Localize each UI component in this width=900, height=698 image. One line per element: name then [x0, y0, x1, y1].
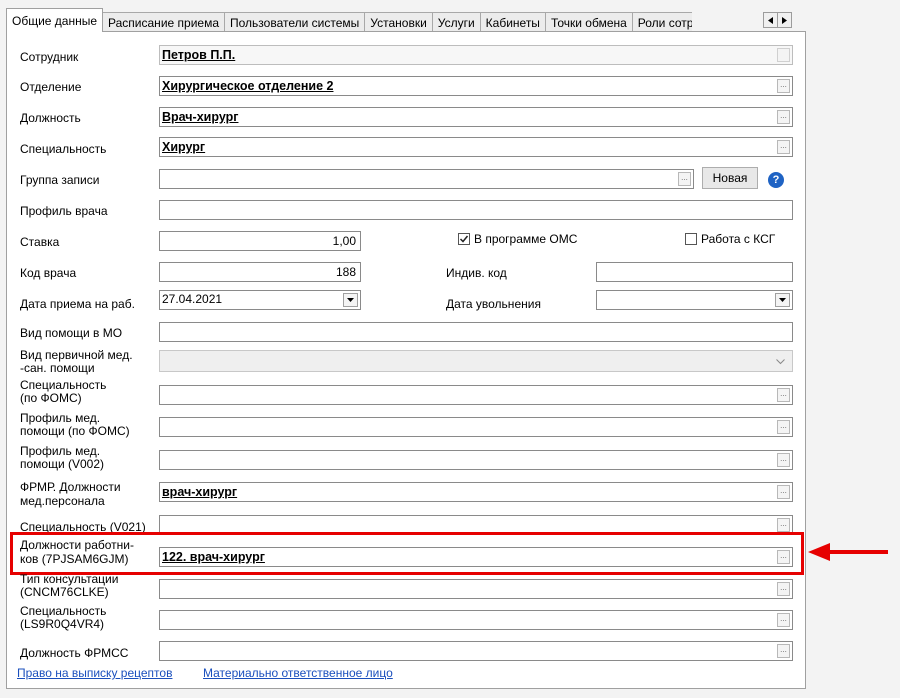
employee-label: Сотрудник — [20, 50, 79, 64]
employee-field: Петров П.П. — [159, 45, 793, 65]
tab-general[interactable]: Общие данные — [6, 8, 104, 32]
tab-schedule[interactable]: Расписание приема — [102, 12, 225, 32]
oms-checkbox[interactable] — [458, 233, 470, 245]
help-type-input[interactable] — [159, 322, 793, 342]
chevron-down-icon[interactable] — [775, 293, 790, 307]
specialty-ls-label: Специальность (LS9R0Q4VR4) — [20, 604, 107, 631]
tab-cabinets[interactable]: Кабинеты — [479, 12, 546, 32]
tab-services[interactable]: Услуги — [431, 12, 481, 32]
hire-date-value: 27.04.2021 — [162, 292, 223, 306]
profile-foms-field[interactable]: ... — [159, 417, 793, 437]
worker-positions-field[interactable]: 122. врач-хирург ... — [159, 547, 793, 567]
record-group-label: Группа записи — [20, 173, 100, 187]
hire-date-picker[interactable]: 27.04.2021 — [159, 290, 361, 310]
ellipsis-icon[interactable]: ... — [777, 485, 790, 499]
doctor-code-value: 188 — [335, 265, 356, 279]
rate-label: Ставка — [20, 235, 60, 249]
frmss-position-field[interactable]: ... — [159, 641, 793, 661]
responsible-person-link[interactable]: Материально ответственное лицо — [203, 666, 393, 680]
primary-care-select[interactable] — [159, 350, 793, 372]
chevron-down-icon[interactable] — [343, 293, 358, 307]
profile-foms-label: Профиль мед. помощи (по ФОМС) — [20, 411, 130, 438]
tab-scroll — [763, 12, 792, 28]
frmr-position-value: врач-хирург — [162, 485, 238, 499]
profile-v002-field[interactable]: ... — [159, 450, 793, 470]
window: Общие данные Расписание приема Пользоват… — [0, 0, 900, 698]
hire-date-label: Дата приема на раб. — [20, 297, 135, 311]
consult-type-field[interactable]: ... — [159, 579, 793, 599]
ellipsis-icon[interactable]: ... — [777, 420, 790, 434]
tab-system-users[interactable]: Пользователи системы — [224, 12, 366, 32]
ellipsis-icon[interactable]: ... — [777, 550, 790, 564]
indiv-code-input[interactable] — [596, 262, 793, 282]
position-value: Врач-хирург — [162, 110, 239, 124]
tab-employee-roles[interactable]: Роли сотр — [631, 12, 692, 32]
ksg-checkbox[interactable] — [685, 233, 697, 245]
ellipsis-icon[interactable]: ... — [777, 79, 790, 93]
help-type-label: Вид помощи в МО — [20, 326, 123, 340]
record-group-field[interactable]: ... — [159, 169, 694, 189]
ellipsis-icon[interactable]: ... — [777, 518, 790, 532]
doctor-code-input[interactable]: 188 — [159, 262, 361, 282]
frmr-position-label: ФРМР. Должности мед.персонала — [20, 480, 121, 508]
ksg-label: Работа с КСГ — [701, 232, 776, 246]
arrow-left-icon — [808, 543, 888, 561]
general-panel: Сотрудник Петров П.П. Отделение Хирургич… — [6, 31, 806, 689]
checkmark-icon — [459, 235, 469, 243]
tab-scroll-right-icon[interactable] — [777, 12, 792, 28]
dismissal-date-picker[interactable] — [596, 290, 793, 310]
ellipsis-icon[interactable]: ... — [777, 613, 790, 627]
ellipsis-icon[interactable]: ... — [777, 644, 790, 658]
employee-value: Петров П.П. — [162, 48, 236, 62]
doctor-profile-label: Профиль врача — [20, 204, 108, 218]
chevron-down-icon — [776, 359, 785, 365]
ellipsis-icon — [777, 48, 790, 62]
ellipsis-icon[interactable]: ... — [777, 453, 790, 467]
specialty-foms-label: Специальность (по ФОМС) — [20, 378, 107, 405]
consult-type-label: Тип консультации (CNCM76CLKE) — [20, 572, 119, 599]
specialty-field[interactable]: Хирург ... — [159, 137, 793, 157]
rate-input[interactable]: 1,00 — [159, 231, 361, 251]
department-label: Отделение — [20, 80, 82, 94]
department-value: Хирургическое отделение 2 — [162, 79, 334, 93]
tab-scroll-left-icon[interactable] — [763, 12, 778, 28]
ellipsis-icon[interactable]: ... — [777, 140, 790, 154]
ellipsis-icon[interactable]: ... — [678, 172, 691, 186]
position-label: Должность — [20, 111, 81, 125]
dismissal-date-label: Дата увольнения — [446, 297, 541, 311]
indiv-code-label: Индив. код — [446, 266, 507, 280]
profile-v002-label: Профиль мед. помощи (V002) — [20, 444, 105, 471]
new-group-button[interactable]: Новая — [702, 167, 758, 189]
frmr-position-field[interactable]: врач-хирург ... — [159, 482, 793, 502]
specialty-value: Хирург — [162, 140, 206, 154]
tab-bar: Общие данные Расписание приема Пользоват… — [6, 8, 692, 32]
specialty-foms-field[interactable]: ... — [159, 385, 793, 405]
help-icon[interactable]: ? — [768, 172, 784, 188]
tab-settings[interactable]: Установки — [364, 12, 433, 32]
ellipsis-icon[interactable]: ... — [777, 582, 790, 596]
rate-value: 1,00 — [332, 234, 356, 248]
specialty-ls-field[interactable]: ... — [159, 610, 793, 630]
prescription-right-link[interactable]: Право на выписку рецептов — [17, 666, 172, 680]
primary-care-label: Вид первичной мед. -сан. помощи — [20, 348, 133, 375]
doctor-profile-input[interactable] — [159, 200, 793, 220]
doctor-code-label: Код врача — [20, 266, 77, 280]
specialty-label: Специальность — [20, 142, 107, 156]
ellipsis-icon[interactable]: ... — [777, 388, 790, 402]
frmss-position-label: Должность ФРМСС — [20, 646, 129, 660]
worker-positions-value: 122. врач-хирург — [162, 550, 265, 564]
tab-exchange-points[interactable]: Точки обмена — [544, 12, 633, 32]
worker-positions-label: Должности работни- ков (7PJSAM6GJM) — [20, 538, 134, 566]
ellipsis-icon[interactable]: ... — [777, 110, 790, 124]
oms-label: В программе ОМС — [474, 232, 578, 246]
position-field[interactable]: Врач-хирург ... — [159, 107, 793, 127]
department-field[interactable]: Хирургическое отделение 2 ... — [159, 76, 793, 96]
